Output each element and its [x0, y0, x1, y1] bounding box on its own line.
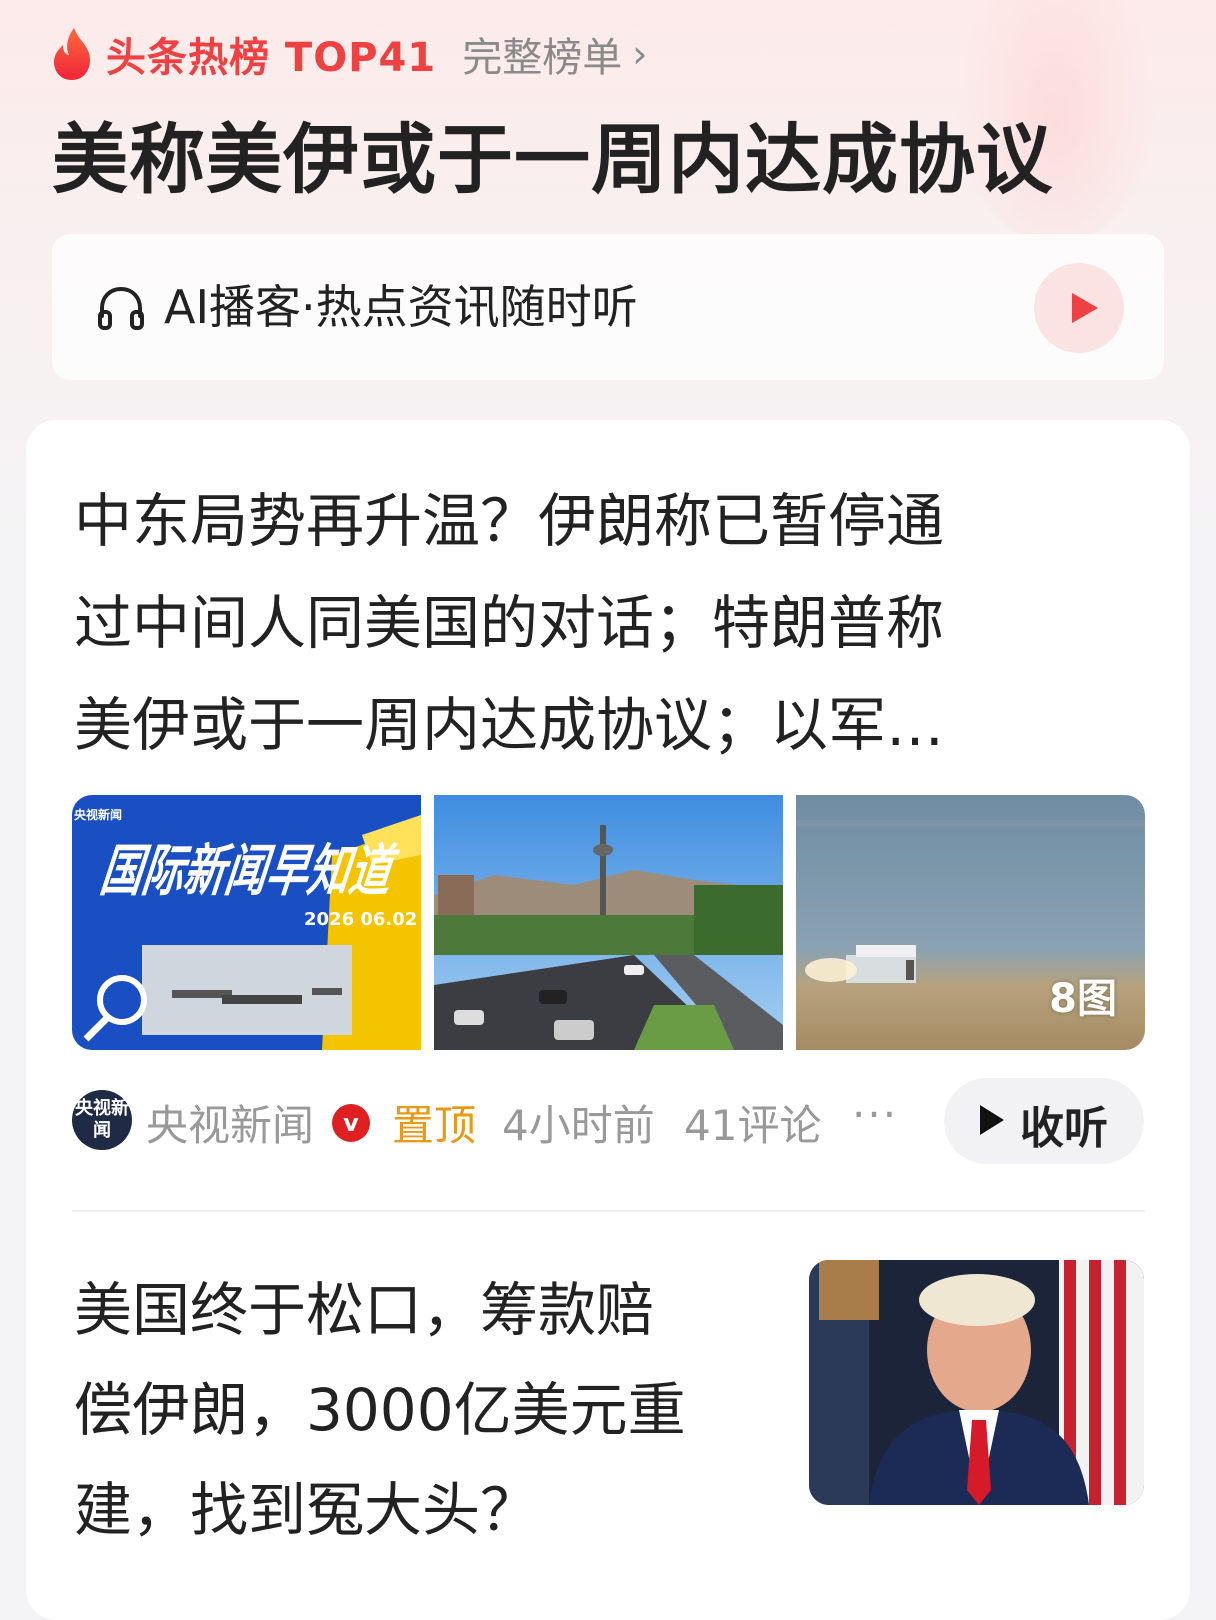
hot-list-header[interactable]: 头条热榜 TOP41 完整榜单 ›: [50, 24, 647, 84]
listen-button[interactable]: 收听: [944, 1078, 1144, 1164]
ai-podcast-bar[interactable]: AI播客·热点资讯随时听: [52, 234, 1164, 380]
ai-podcast-label: AI播客·热点资讯随时听: [164, 280, 638, 334]
headphone-icon: [98, 286, 144, 330]
news-title-line: 美伊或于一周内达成协议；以军…: [74, 691, 945, 759]
news-title-line: 过中间人同美国的对话；特朗普称: [74, 589, 945, 657]
news-title-line: 建，找到冤大头？: [74, 1476, 539, 1544]
image-count-badge: 8图: [1049, 976, 1117, 1022]
chevron-right-icon: ›: [632, 32, 648, 76]
news-title-line: 中东局势再升温？伊朗称已暂停通: [74, 487, 945, 555]
channel-badge-text: 央视新闻: [74, 807, 122, 822]
news-title[interactable]: 中东局势再升温？伊朗称已暂停通 过中间人同美国的对话；特朗普称 美伊或于一周内达…: [74, 470, 1114, 776]
thumbnail-date: 2026 06.02: [304, 909, 417, 930]
hot-headline[interactable]: 美称美伊或于一周内达成协议: [52, 110, 1172, 210]
publish-time: 4小时前: [502, 1101, 655, 1150]
full-list-link[interactable]: 完整榜单: [462, 25, 622, 83]
verified-badge-icon: v: [332, 1104, 370, 1142]
thumbnail-headline: 国际新闻早知道: [97, 839, 403, 904]
hot-list-label: 头条热榜 TOP41: [106, 35, 437, 81]
news-title-line: 美国终于松口，筹款赔: [74, 1276, 655, 1344]
listen-label: 收听: [1020, 1103, 1108, 1154]
news-feed-card: 中东局势再升温？伊朗称已暂停通 过中间人同美国的对话；特朗普称 美伊或于一周内达…: [26, 420, 1190, 1620]
source-name[interactable]: 央视新闻: [146, 1092, 314, 1153]
news-meta-row: 央视新闻 央视新闻 v 置顶 4小时前 41评论 ··· 收听: [72, 1078, 1145, 1164]
news-thumbnail[interactable]: 8图: [796, 795, 1145, 1050]
news-image-row[interactable]: 央视新闻 国际新闻早知道 2026 06.02 8图: [72, 795, 1145, 1050]
news-title-line: 偿伊朗，3000亿美元重: [74, 1376, 686, 1444]
news-title[interactable]: 美国终于松口，筹款赔 偿伊朗，3000亿美元重 建，找到冤大头？: [74, 1260, 774, 1560]
news-thumbnail[interactable]: [809, 1260, 1144, 1505]
news-thumbnail[interactable]: 央视新闻 国际新闻早知道 2026 06.02: [72, 795, 421, 1050]
news-thumbnail[interactable]: [434, 795, 783, 1050]
flame-icon: [54, 28, 90, 80]
source-avatar[interactable]: 央视新闻: [72, 1090, 132, 1150]
more-options-icon[interactable]: ···: [852, 1090, 898, 1139]
play-icon: [980, 1105, 1004, 1135]
play-icon: [1072, 293, 1098, 323]
divider: [72, 1210, 1145, 1212]
podcast-play-button[interactable]: [1034, 263, 1124, 353]
pinned-tag: 置顶: [392, 1101, 477, 1150]
comment-count[interactable]: 41评论: [684, 1092, 821, 1153]
